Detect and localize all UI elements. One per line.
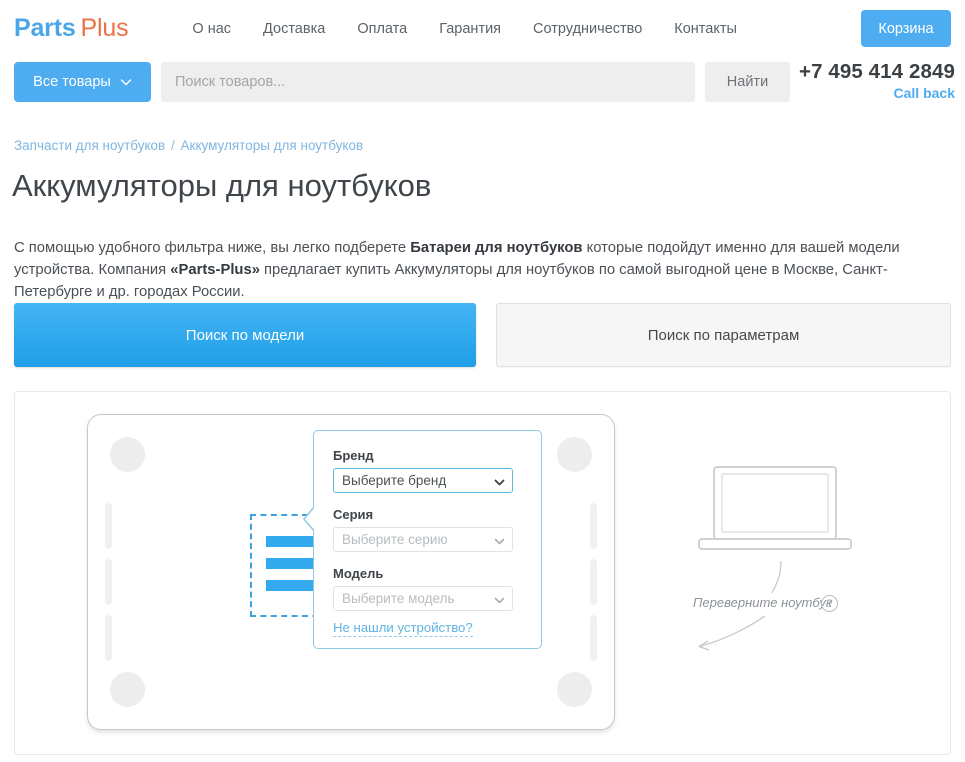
search-input[interactable] bbox=[161, 62, 695, 102]
breadcrumb-item-parts[interactable]: Запчасти для ноутбуков bbox=[14, 138, 165, 153]
nav-item-about[interactable]: О нас bbox=[176, 21, 247, 37]
field-series: Серия Выберите серию bbox=[333, 507, 513, 552]
sticker-line-3 bbox=[266, 580, 314, 591]
laptop-foot-bottom-left bbox=[110, 672, 145, 707]
nav-item-warranty[interactable]: Гарантия bbox=[423, 21, 517, 37]
all-goods-dropdown[interactable]: Все товары bbox=[14, 62, 151, 102]
page-description: С помощью удобного фильтра ниже, вы легк… bbox=[14, 237, 904, 303]
search-bar: Все товары Найти +7 495 414 2849 Call ba… bbox=[0, 62, 965, 110]
nav-item-cooperation[interactable]: Сотрудничество bbox=[517, 21, 658, 37]
main-navigation: О нас Доставка Оплата Гарантия Сотруднич… bbox=[176, 21, 753, 37]
model-select[interactable]: Выберите модель bbox=[333, 586, 513, 611]
laptop-foot-bottom-right bbox=[557, 672, 592, 707]
call-back-link[interactable]: Call back bbox=[799, 85, 955, 101]
logo-text-parts: Parts bbox=[14, 14, 76, 42]
laptop-vent-left-2 bbox=[105, 559, 112, 605]
laptop-foot-top-left bbox=[110, 437, 145, 472]
help-question-icon[interactable]: ? bbox=[821, 595, 838, 612]
chevron-down-icon bbox=[120, 76, 132, 88]
contact-phone-block: +7 495 414 2849 Call back bbox=[799, 60, 955, 101]
laptop-foot-top-right bbox=[557, 437, 592, 472]
find-button[interactable]: Найти bbox=[705, 62, 790, 102]
breadcrumb-item-batteries[interactable]: Аккумуляторы для ноутбуков bbox=[181, 138, 364, 153]
model-filter-callout: Бренд Выберите бренд Серия Выберите сери… bbox=[313, 430, 542, 649]
laptop-open-icon bbox=[661, 451, 921, 666]
brand-select[interactable]: Выберите бренд bbox=[333, 468, 513, 493]
callout-pointer-fill bbox=[305, 506, 316, 532]
laptop-vent-left-3 bbox=[105, 615, 112, 661]
brand-select-value: Выберите бренд bbox=[342, 473, 446, 488]
all-goods-label: Все товары bbox=[33, 74, 111, 90]
laptop-vent-left-1 bbox=[105, 503, 112, 549]
nav-item-payment[interactable]: Оплата bbox=[341, 21, 423, 37]
nav-item-contacts[interactable]: Контакты bbox=[658, 21, 753, 37]
tab-search-by-parameters[interactable]: Поиск по параметрам bbox=[496, 303, 951, 367]
breadcrumb-separator: / bbox=[171, 138, 175, 153]
site-header: PartsPlus О нас Доставка Оплата Гарантия… bbox=[0, 0, 965, 57]
chevron-down-icon bbox=[494, 535, 505, 546]
flip-laptop-hint: Переверните ноутбук bbox=[693, 595, 832, 610]
series-select-value: Выберите серию bbox=[342, 532, 448, 547]
field-brand: Бренд Выберите бренд bbox=[333, 448, 513, 493]
description-part-1: С помощью удобного фильтра ниже, вы легк… bbox=[14, 240, 410, 256]
chevron-down-icon bbox=[494, 594, 505, 605]
breadcrumb: Запчасти для ноутбуков / Аккумуляторы дл… bbox=[14, 138, 363, 153]
tab-search-by-model[interactable]: Поиск по модели bbox=[14, 303, 476, 367]
laptop-vent-right-1 bbox=[590, 503, 597, 549]
description-bold-1: Батареи для ноутбуков bbox=[410, 240, 582, 256]
page-root: PartsPlus О нас Доставка Оплата Гарантия… bbox=[0, 0, 965, 762]
field-series-label: Серия bbox=[333, 507, 513, 522]
logo-text-plus: Plus bbox=[81, 14, 129, 42]
phone-number: +7 495 414 2849 bbox=[799, 60, 955, 84]
laptop-vent-right-2 bbox=[590, 559, 597, 605]
search-mode-tabs: Поиск по модели Поиск по параметрам bbox=[0, 303, 965, 367]
series-select[interactable]: Выберите серию bbox=[333, 527, 513, 552]
laptop-open-illustration: Переверните ноутбук ? bbox=[661, 451, 921, 666]
nav-item-delivery[interactable]: Доставка bbox=[247, 21, 341, 37]
page-title: Аккумуляторы для ноутбуков bbox=[12, 168, 431, 204]
field-model-label: Модель bbox=[333, 566, 513, 581]
cart-button[interactable]: Корзина bbox=[861, 10, 951, 47]
field-model: Модель Выберите модель bbox=[333, 566, 513, 611]
description-bold-2: «Parts-Plus» bbox=[170, 262, 260, 278]
field-brand-label: Бренд bbox=[333, 448, 513, 463]
device-not-found-link[interactable]: Не нашли устройство? bbox=[333, 620, 473, 637]
site-logo[interactable]: PartsPlus bbox=[14, 14, 128, 43]
model-select-value: Выберите модель bbox=[342, 591, 454, 606]
laptop-vent-right-3 bbox=[590, 615, 597, 661]
chevron-down-icon bbox=[494, 476, 505, 487]
